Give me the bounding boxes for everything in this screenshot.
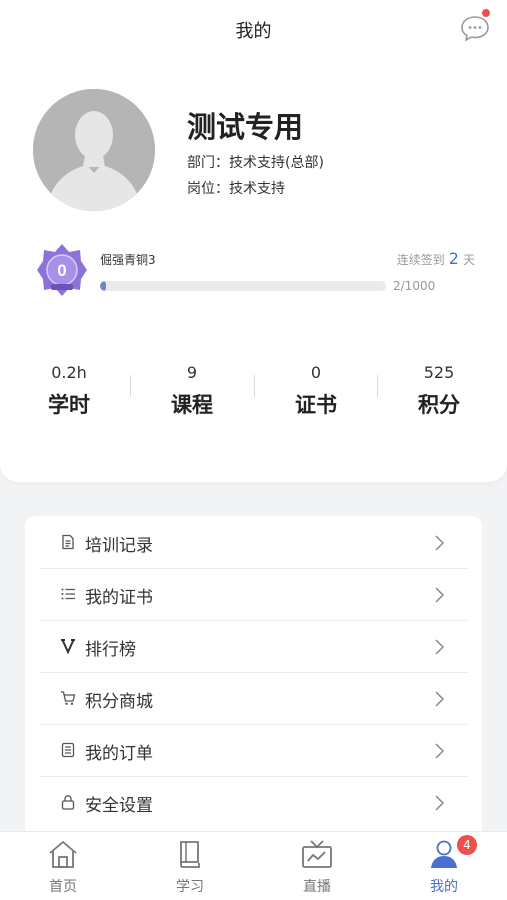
profile-card: 测试专用 部门：技术支持(总部) 岗位：技术支持 0 倔强青铜3 2/1000 … — [0, 56, 507, 482]
menu-item-my-orders[interactable]: 我的订单 — [40, 725, 468, 777]
menu-label: 排行榜 — [85, 640, 136, 660]
book-icon — [180, 841, 200, 868]
user-icon — [431, 840, 457, 868]
checkin-days: 2 — [448, 249, 459, 268]
chevron-right-icon — [435, 639, 444, 655]
stat-label: 积分 — [418, 393, 460, 417]
menu-label: 安全设置 — [85, 796, 153, 816]
level-progress-fill — [100, 281, 107, 291]
level-progress-text: 2/1000 — [393, 279, 436, 293]
checkin-streak: 连续签到 2 天 — [397, 249, 475, 268]
stat-certificates[interactable]: 0 证书 — [253, 361, 379, 419]
stat-label: 学时 — [48, 393, 90, 417]
chevron-right-icon — [435, 691, 444, 707]
order-icon — [61, 742, 75, 758]
default-avatar-icon — [33, 89, 155, 211]
menu-item-security-settings[interactable]: 安全设置 — [40, 777, 468, 829]
stat-value: 525 — [423, 363, 455, 382]
user-name: 测试专用 — [187, 110, 304, 144]
tab-label: 我的 — [430, 879, 458, 895]
stat-study-hours[interactable]: 0.2h 学时 — [6, 361, 132, 419]
level-progress-bar — [100, 281, 386, 291]
menu-item-my-certificates[interactable]: 我的证书 — [40, 569, 468, 621]
page-title: 我的 — [235, 21, 272, 42]
cart-icon — [61, 691, 76, 705]
ranking-v-icon — [61, 639, 75, 654]
checkin-prefix: 连续签到 — [396, 253, 445, 267]
level-name: 倔强青铜3 — [100, 253, 156, 267]
menu-card: 培训记录 我的证书 排行榜 积分商城 我的订单 安全设置 — [25, 516, 482, 846]
tab-label: 直播 — [303, 879, 331, 895]
user-position: 岗位：技术支持 — [187, 181, 285, 197]
menu-label: 我的订单 — [85, 744, 153, 764]
tv-icon — [302, 840, 332, 868]
tab-live[interactable]: 直播 — [254, 832, 380, 900]
stat-courses[interactable]: 9 课程 — [129, 361, 255, 419]
tab-me[interactable]: 我的 — [381, 832, 507, 900]
menu-label: 积分商城 — [85, 692, 153, 712]
menu-label: 培训记录 — [85, 536, 153, 556]
home-icon — [49, 840, 77, 868]
stats-row: 0.2h 学时 9 课程 0 证书 525 积分 — [0, 361, 507, 421]
menu-label: 我的证书 — [85, 588, 153, 608]
tab-label: 首页 — [49, 879, 77, 895]
checkin-suffix: 天 — [462, 253, 475, 267]
unread-dot — [482, 9, 490, 17]
stat-value: 0 — [310, 363, 322, 382]
level-number: 0 — [57, 261, 66, 280]
menu-item-training-records[interactable]: 培训记录 — [40, 517, 468, 569]
tab-label: 学习 — [176, 879, 204, 895]
chevron-right-icon — [435, 743, 444, 759]
chevron-right-icon — [435, 795, 444, 811]
stat-value: 9 — [186, 363, 198, 382]
stat-value: 0.2h — [51, 363, 87, 382]
bottom-tab-bar: 首页 学习 直播 我的 — [0, 831, 507, 900]
avatar[interactable] — [33, 89, 155, 211]
menu-item-leaderboard[interactable]: 排行榜 — [40, 621, 468, 673]
chevron-right-icon — [435, 587, 444, 603]
chevron-right-icon — [435, 535, 444, 551]
user-department: 部门：技术支持(总部) — [187, 155, 324, 171]
stat-label: 课程 — [171, 393, 213, 417]
tab-home[interactable]: 首页 — [0, 832, 126, 900]
level-badge-icon[interactable]: 0 — [36, 242, 88, 298]
menu-item-points-mall[interactable]: 积分商城 — [40, 673, 468, 725]
top-bar: 我的 — [0, 0, 507, 56]
tab-me-badge: 4 — [457, 835, 477, 855]
document-icon — [62, 534, 74, 550]
list-icon — [61, 588, 75, 600]
tab-study[interactable]: 学习 — [127, 832, 253, 900]
stat-points[interactable]: 525 积分 — [376, 361, 502, 419]
lock-icon — [61, 795, 75, 810]
stat-label: 证书 — [295, 393, 337, 417]
